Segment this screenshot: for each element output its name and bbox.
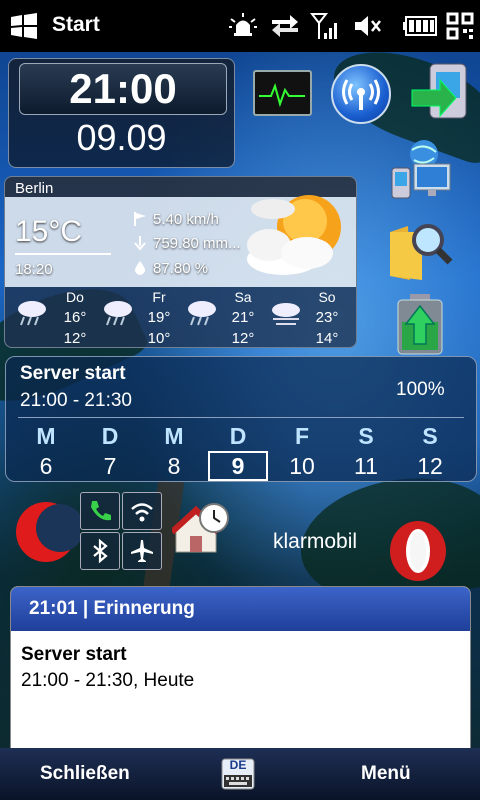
weekday-letter: S <box>422 423 438 449</box>
calendar-day[interactable]: 11 <box>336 453 396 480</box>
flight-mode-icon[interactable] <box>122 532 162 570</box>
weekday-letter: M <box>164 423 184 449</box>
battery-upgrade-icon[interactable] <box>394 292 446 356</box>
forecast-high: 19° <box>147 309 171 326</box>
forecast-high: 16° <box>63 309 87 326</box>
notification-header: 21:01 | Erinnerung <box>11 587 470 631</box>
rain-cloud-icon <box>15 299 49 332</box>
forecast-high: 21° <box>231 309 255 326</box>
calendar-percent: 100% <box>396 379 445 400</box>
clock-widget[interactable]: 21:00 09.09 <box>8 58 235 168</box>
weekday-letter: D <box>101 423 119 449</box>
close-button[interactable]: Schließen <box>40 763 130 785</box>
battery-icon[interactable] <box>402 10 440 42</box>
weather-pressure: 759.80 mm... <box>153 235 241 252</box>
humidity-drop-icon <box>133 260 147 281</box>
qr-code-icon[interactable] <box>444 10 476 42</box>
weather-humidity: 87.80 % <box>153 260 209 277</box>
signal-icon[interactable] <box>308 10 342 42</box>
forecast-low: 12° <box>63 330 87 347</box>
volume-muted-icon[interactable] <box>350 10 384 42</box>
keyboard-language: DE <box>229 758 247 772</box>
calendar-divider <box>18 417 464 418</box>
sync-arrows-icon[interactable] <box>268 10 302 42</box>
sync-device-icon[interactable] <box>410 60 472 124</box>
calendar-event-time: 21:00 - 21:30 <box>20 390 132 411</box>
notification-time: 21:00 - 21:30, Heute <box>21 670 195 691</box>
weekday-letter: D <box>229 423 247 449</box>
menu-button[interactable]: Menü <box>361 763 411 785</box>
weekday-letter: S <box>358 423 374 449</box>
clock-time: 21:00 <box>19 63 227 115</box>
phone-toggle-icon[interactable] <box>80 492 120 530</box>
wireless-broadcast-icon[interactable] <box>331 64 391 124</box>
opera-browser-icon[interactable] <box>388 520 448 582</box>
calendar-day[interactable]: 7 <box>80 453 140 480</box>
clock-date: 09.09 <box>76 117 167 158</box>
sun-cloud-icon <box>237 183 355 283</box>
windows-logo-icon[interactable] <box>6 10 42 42</box>
search-folder-icon[interactable] <box>386 218 454 284</box>
bluetooth-toggle-icon[interactable] <box>80 532 120 570</box>
calendar-day-today[interactable]: 9 <box>208 451 268 481</box>
moon-app-icon[interactable] <box>14 498 84 564</box>
status-bar: Start <box>0 0 480 52</box>
weather-time: 18:20 <box>15 261 53 278</box>
weather-widget[interactable]: Berlin 15°C 18:20 5.40 km/h 759.80 mm...… <box>4 176 357 348</box>
notification-header-text: 21:01 | Erinnerung <box>29 598 195 619</box>
network-computer-icon[interactable] <box>388 138 454 204</box>
notification-title: Server start <box>21 644 127 665</box>
forecast-low: 12° <box>231 330 255 347</box>
softkey-bar: Schließen DE Menü <box>0 748 480 800</box>
forecast-high: 23° <box>315 309 339 326</box>
wind-flag-icon <box>133 211 147 232</box>
forecast-low: 14° <box>315 330 339 347</box>
quick-toggles <box>80 492 162 572</box>
weather-divider <box>15 253 111 255</box>
calendar-event-title[interactable]: Server start <box>20 363 126 385</box>
weather-temperature: 15°C <box>15 215 83 248</box>
weather-city: Berlin <box>15 180 54 197</box>
calendar-day[interactable]: 12 <box>400 453 460 480</box>
calendar-day[interactable]: 6 <box>16 453 76 480</box>
weekday-letter: F <box>294 423 310 449</box>
carrier-label: klarmobil <box>273 530 358 553</box>
notification-bell-icon[interactable] <box>226 10 260 42</box>
pressure-arrow-icon <box>133 235 147 256</box>
calendar-day[interactable]: 8 <box>144 453 204 480</box>
forecast-low: 10° <box>147 330 171 347</box>
weekday-letter: M <box>36 423 56 449</box>
start-title[interactable]: Start <box>52 13 100 37</box>
home-clock-icon[interactable] <box>169 500 230 556</box>
calendar-day[interactable]: 10 <box>272 453 332 480</box>
wifi-toggle-icon[interactable] <box>122 492 162 530</box>
forecast-day-label: So <box>318 289 336 305</box>
forecast-day-label: Sa <box>234 289 252 305</box>
activity-monitor-icon[interactable] <box>253 70 312 116</box>
reminder-notification[interactable]: 21:01 | Erinnerung Server start 21:00 - … <box>10 586 471 768</box>
keyboard-icon[interactable]: DE <box>221 758 255 790</box>
forecast-day-label: Do <box>66 289 84 305</box>
forecast-day-label: Fr <box>152 289 166 305</box>
calendar-widget[interactable]: Server start 21:00 - 21:30 100% M D M D … <box>5 356 477 482</box>
weather-wind: 5.40 km/h <box>153 211 219 228</box>
